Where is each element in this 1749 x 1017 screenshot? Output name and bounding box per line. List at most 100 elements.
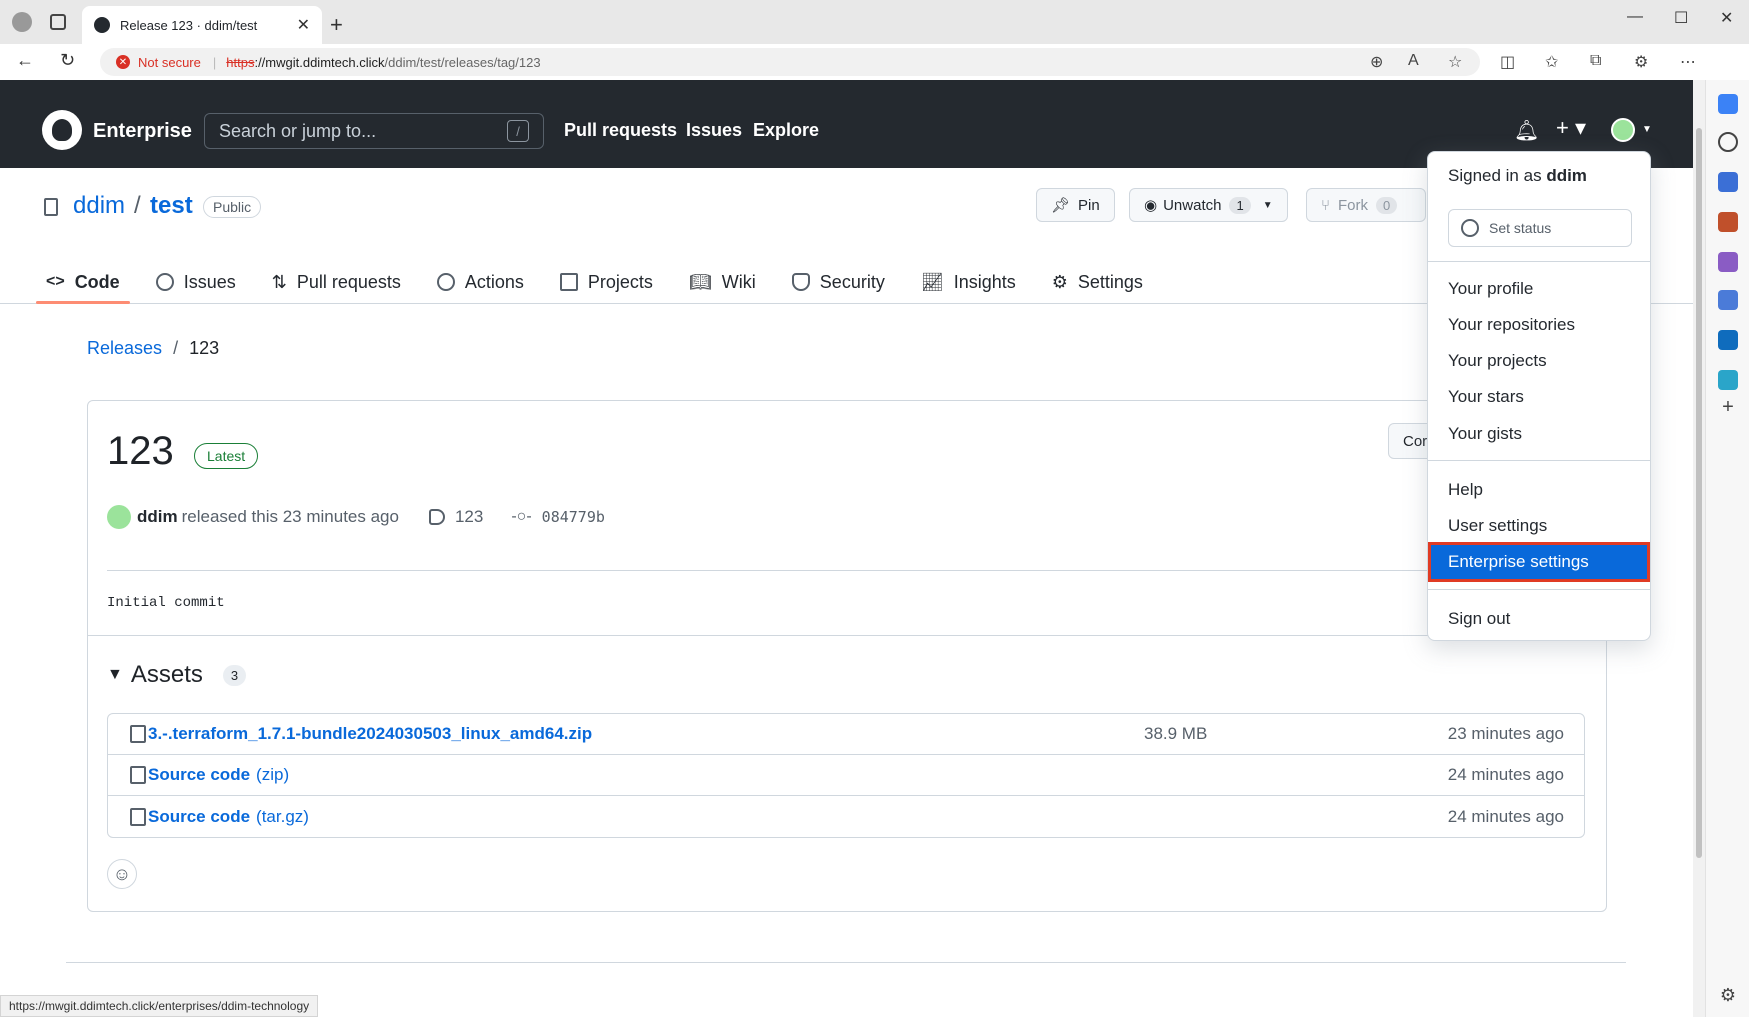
tab-issues[interactable]: Issues — [152, 260, 240, 304]
url-scheme: https — [226, 54, 255, 70]
tab-code[interactable]: <> Code — [36, 260, 130, 304]
unwatch-button[interactable]: ◉ Unwatch 1 ▼ — [1129, 188, 1288, 222]
tab-settings[interactable]: ⚙ Settings — [1048, 260, 1147, 304]
tab-label: Issues — [183, 271, 236, 292]
minimize-icon[interactable]: — — [1627, 8, 1643, 26]
menu-item-your-repositories[interactable]: Your repositories — [1428, 307, 1650, 343]
assets-toggle[interactable]: ▼ Assets 3 — [107, 661, 247, 689]
notifications-bell-icon[interactable]: 🔔︎ — [1514, 118, 1539, 143]
releases-link[interactable]: Releases — [87, 338, 162, 358]
repo-name-link[interactable]: test — [150, 192, 193, 220]
fork-icon: ⑂ — [1321, 196, 1331, 214]
search-input[interactable]: Search or jump to... / — [204, 113, 544, 149]
menu-item-your-gists[interactable]: Your gists — [1428, 416, 1650, 452]
divider — [88, 635, 1606, 636]
split-screen-icon[interactable]: ◫ — [1500, 52, 1515, 72]
profile-icon[interactable] — [12, 12, 32, 32]
asset-format[interactable]: (zip) — [256, 765, 289, 785]
menu-item-your-stars[interactable]: Your stars — [1428, 379, 1650, 415]
asset-size: 38.9 MB — [1144, 724, 1208, 743]
collections-icon[interactable]: ⧉ — [1590, 52, 1601, 70]
extensions-icon[interactable]: ⚙ — [1634, 52, 1648, 72]
chevron-down-icon: ▼ — [1262, 199, 1273, 211]
favorites-icon[interactable]: ✩ — [1545, 52, 1558, 72]
avatar[interactable] — [1611, 118, 1635, 142]
add-icon[interactable]: + — [1718, 396, 1738, 418]
settings-gear-icon[interactable]: ⚙ — [1718, 985, 1738, 1005]
asset-link[interactable]: Source code — [148, 765, 250, 785]
release-meta: ddim released this 23 minutes ago 123 -○… — [107, 505, 605, 529]
author-link[interactable]: ddim — [137, 507, 178, 527]
menu-item-your-projects[interactable]: Your projects — [1428, 343, 1650, 379]
menu-divider — [1428, 261, 1650, 262]
asset-link[interactable]: 3.-.terraform_1.7.1-bundle2024030503_lin… — [148, 724, 592, 744]
signed-in-label: Signed in as — [1448, 166, 1542, 185]
favorite-star-icon[interactable]: ☆ — [1448, 52, 1462, 72]
tab-pull-requests[interactable]: ⇅ Pull requests — [268, 260, 405, 304]
back-icon[interactable]: ← — [16, 50, 34, 71]
nav-pull-requests[interactable]: Pull requests — [564, 120, 677, 141]
released-text: released this 23 minutes ago — [181, 507, 399, 526]
signed-in-username: ddim — [1546, 166, 1587, 185]
chevron-down-icon[interactable]: ▼ — [1642, 124, 1652, 135]
menu-item-help[interactable]: Help — [1428, 472, 1650, 508]
address-separator: | — [212, 54, 217, 70]
create-new-plus-icon[interactable]: + ▾ — [1556, 115, 1586, 141]
menu-item-user-settings[interactable]: User settings — [1428, 508, 1650, 544]
list-item[interactable]: 3.-.terraform_1.7.1-bundle2024030503_lin… — [108, 714, 1584, 755]
search-icon[interactable] — [1718, 132, 1738, 152]
refresh-icon[interactable]: ↻ — [60, 50, 75, 71]
repo-owner-link[interactable]: ddim — [73, 192, 125, 220]
maximize-icon[interactable]: ☐ — [1674, 8, 1688, 28]
nav-issues[interactable]: Issues — [686, 120, 742, 141]
zoom-icon[interactable]: ⊕ — [1370, 52, 1383, 72]
visibility-badge: Public — [203, 196, 262, 218]
url-host: ://mwgit.ddimtech.click — [254, 54, 385, 70]
file-zip-icon — [130, 766, 146, 784]
tag-icon — [428, 509, 445, 525]
page-scrollbar[interactable] — [1693, 80, 1705, 1017]
fork-button[interactable]: ⑂ Fork 0 — [1306, 188, 1426, 222]
tag-link[interactable]: 123 — [455, 507, 483, 527]
menu-item-sign-out[interactable]: Sign out — [1428, 601, 1650, 637]
author-avatar[interactable] — [107, 505, 131, 529]
list-item[interactable]: Source code (tar.gz) 24 minutes ago — [108, 796, 1584, 837]
address-bar[interactable]: ✕ Not secure | https ://mwgit.ddimtech.c… — [100, 48, 1480, 76]
scroll-thumb[interactable] — [1696, 128, 1702, 858]
menu-item-your-profile[interactable]: Your profile — [1428, 271, 1650, 307]
close-window-icon[interactable]: ✕ — [1720, 8, 1733, 28]
tab-actions[interactable]: Actions — [433, 260, 528, 304]
asset-format[interactable]: (tar.gz) — [256, 807, 309, 827]
list-item[interactable]: Source code (zip) 24 minutes ago — [108, 755, 1584, 796]
menu-item-enterprise-settings[interactable]: Enterprise settings — [1428, 542, 1650, 582]
asset-link[interactable]: Source code — [148, 807, 250, 827]
send-icon[interactable] — [1718, 370, 1738, 390]
commit-sha-link[interactable]: 084779b — [542, 508, 605, 526]
tab-close-icon[interactable]: ✕ — [297, 15, 310, 35]
pin-button[interactable]: 📌︎ Pin — [1036, 188, 1115, 222]
release-title: 123 — [107, 429, 174, 473]
office-icon[interactable] — [1718, 290, 1738, 310]
browser-tab[interactable]: Release 123 · ddim/test ✕ — [82, 6, 322, 44]
asset-list: 3.-.terraform_1.7.1-bundle2024030503_lin… — [107, 713, 1585, 838]
play-icon — [436, 273, 455, 291]
outlook-icon[interactable] — [1718, 330, 1738, 350]
add-reaction-smiley-icon[interactable]: ☺ — [107, 859, 137, 889]
tab-insights[interactable]: 📈︎ Insights — [917, 260, 1020, 304]
github-logo-icon[interactable] — [42, 110, 82, 150]
tools-icon[interactable] — [1718, 212, 1738, 232]
enterprise-brand[interactable]: Enterprise — [93, 120, 192, 143]
new-tab-icon[interactable]: + — [330, 12, 343, 38]
copilot-icon[interactable] — [1718, 94, 1738, 114]
read-aloud-icon[interactable]: A — [1408, 52, 1419, 70]
shopping-icon[interactable] — [1718, 172, 1738, 192]
games-icon[interactable] — [1718, 252, 1738, 272]
repo-tabs: <> Code Issues ⇅ Pull requests Actions P… — [36, 260, 1175, 304]
tab-security[interactable]: Security — [788, 260, 889, 304]
tab-wiki[interactable]: 📖︎ Wiki — [685, 260, 760, 304]
nav-explore[interactable]: Explore — [753, 120, 819, 141]
workspaces-icon[interactable] — [50, 14, 66, 30]
tab-projects[interactable]: Projects — [556, 260, 657, 304]
set-status-button[interactable]: Set status — [1448, 209, 1632, 247]
more-icon[interactable]: ⋯ — [1680, 52, 1696, 72]
